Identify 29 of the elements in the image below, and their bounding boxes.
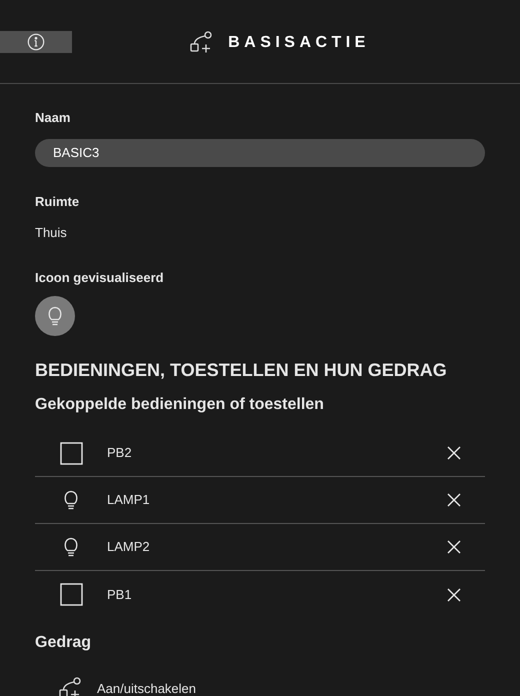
close-icon — [447, 588, 461, 602]
field-label: Ruimte — [35, 192, 80, 210]
field-label: Icoon gevisualiseerd — [35, 268, 165, 287]
close-button[interactable] — [447, 586, 463, 602]
close-button[interactable] — [447, 445, 463, 461]
device-name: PB2 — [107, 444, 133, 462]
info-icon — [27, 33, 45, 51]
field-label: Naam — [35, 109, 72, 127]
shapes-plus-icon — [190, 30, 214, 54]
close-icon — [447, 446, 461, 460]
name-field[interactable]: BASIC3 — [35, 138, 485, 166]
close-button[interactable] — [447, 539, 463, 555]
close-button[interactable] — [447, 492, 463, 508]
device-name: PB1 — [107, 586, 133, 604]
page-title: BASISACTIE — [228, 32, 370, 52]
device-name: LAMP2 — [107, 538, 151, 556]
shapes-plus-icon — [59, 677, 83, 696]
behavior-item[interactable]: Aan/uitschakelen — [97, 679, 196, 696]
subsection-heading: Gekoppelde bedieningen of toestellen — [35, 395, 325, 415]
square-icon — [60, 583, 82, 606]
room-value: Thuis — [35, 224, 68, 242]
subsection-heading: Gedrag — [35, 633, 92, 653]
close-icon — [447, 493, 461, 507]
info-button[interactable] — [0, 31, 72, 53]
close-icon — [447, 540, 461, 554]
square-icon — [60, 442, 82, 464]
device-name: LAMP1 — [107, 491, 151, 510]
section-heading: BEDIENINGEN, TOESTELLEN EN HUN GEDRAG — [35, 359, 448, 382]
bulb-icon-badge[interactable] — [35, 296, 75, 336]
